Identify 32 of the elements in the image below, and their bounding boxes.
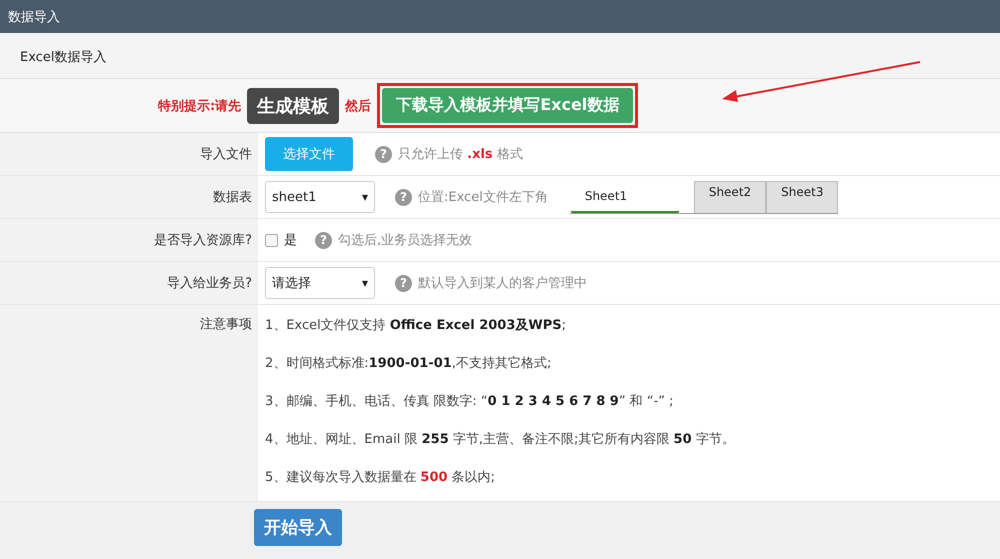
hint-text: 默认导入到某人的客户管理中 — [418, 275, 587, 292]
field-label: 数据表 — [213, 189, 252, 206]
hint-text: 位置:Excel文件左下角 — [418, 189, 548, 206]
sheet-tab[interactable]: Sheet3 — [766, 180, 838, 212]
field-label: 导入文件 — [200, 146, 252, 163]
sheet-tab[interactable]: Sheet2 — [694, 180, 766, 212]
tip-text: 然后 — [345, 98, 372, 114]
hint-text: 只允许上传 .xls 格式 — [398, 146, 523, 163]
note-text: 3、邮编、手机、电话、传真 限数字: “0 1 2 3 4 5 6 7 8 9” 和 “-” ; — [265, 393, 675, 411]
note-text: 2、时间格式标准:1900-01-01,不支持其它格式; — [265, 355, 552, 373]
help-icon: ? — [395, 188, 412, 206]
field-label: 导入给业务员? — [167, 275, 252, 292]
note-text: 1、Excel文件仅支持 Office Excel 2003及WPS; — [265, 317, 568, 335]
caret-icon: ▾ — [362, 190, 368, 204]
section-title: Excel数据导入 — [20, 49, 106, 66]
tip-text: 特别提示:请先 — [158, 98, 242, 114]
field-label: 注意事项 — [200, 316, 252, 333]
checkbox[interactable] — [265, 234, 278, 246]
hint-text: 勾选后,业务员选择无效 — [338, 232, 472, 249]
help-icon: ? — [315, 232, 332, 248]
caret-icon: ▾ — [362, 276, 368, 290]
checkbox-label: 是 — [284, 232, 297, 249]
help-icon: ? — [395, 274, 412, 292]
select-field[interactable]: 请选择 ▾ — [265, 267, 375, 299]
select-field[interactable]: sheet1 ▾ — [265, 181, 375, 213]
field-label: 是否导入资源库? — [154, 232, 252, 249]
help-icon: ? — [375, 146, 392, 162]
start-import-button[interactable]: 开始导入 — [254, 508, 342, 546]
window-title: 数据导入 — [8, 8, 60, 26]
generate-template-button[interactable]: 生成模板 — [247, 88, 340, 124]
note-text: 4、地址、网址、Email 限 255 字节,主营、备注不限;其它所有内容限 50 字节。 — [265, 431, 735, 449]
note-text: 5、建议每次导入数据量在 500 条以内; — [265, 469, 496, 487]
